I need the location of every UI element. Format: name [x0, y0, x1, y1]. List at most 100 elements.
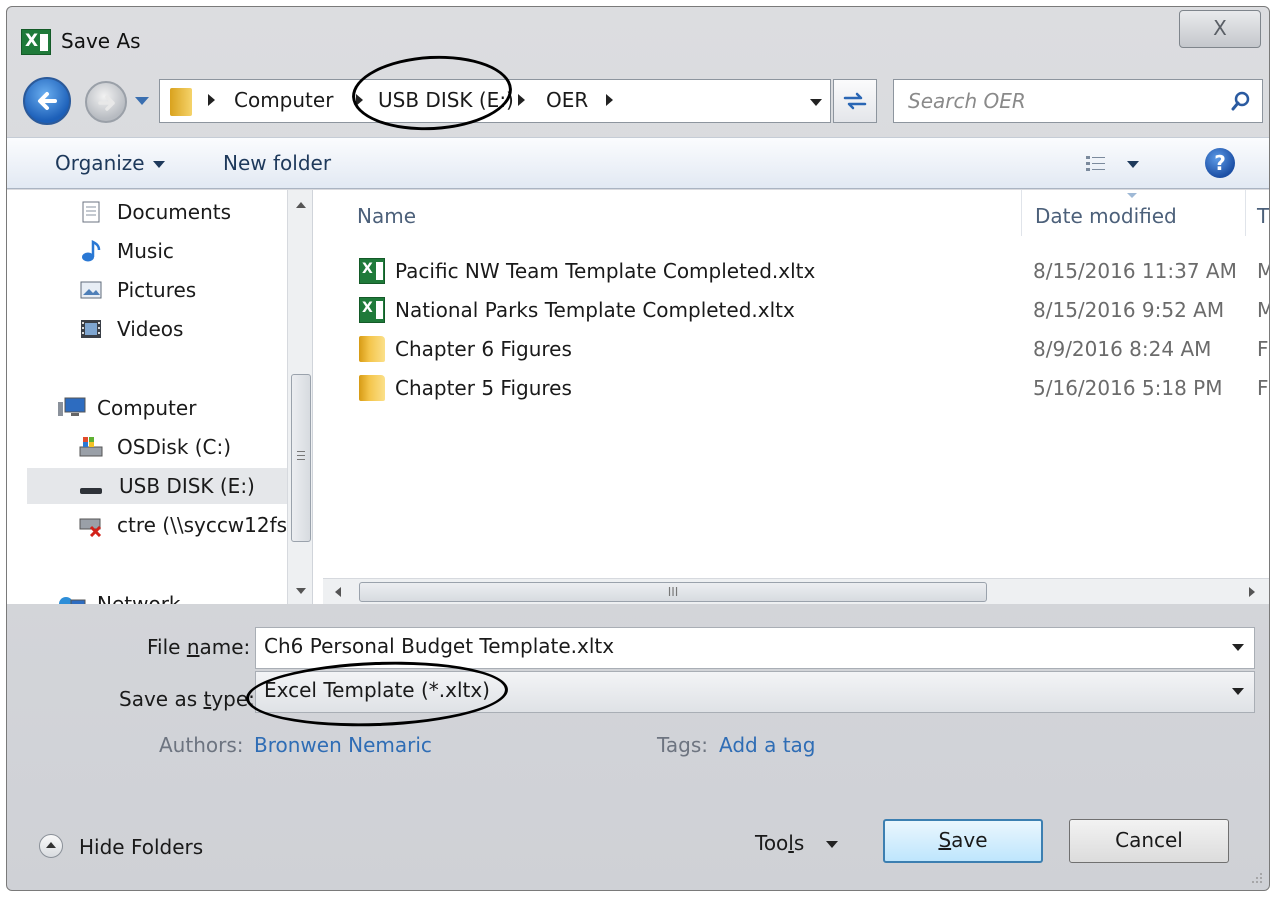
- scroll-left-icon[interactable]: [335, 587, 341, 597]
- pictures-icon: [80, 281, 102, 299]
- navigation-pane-scrollbar[interactable]: [287, 190, 312, 604]
- refresh-button[interactable]: [833, 79, 877, 123]
- file-date: 5/16/2016 5:18 PM: [1033, 376, 1223, 400]
- sidebar-item-label: Music: [117, 239, 174, 263]
- resize-grip-icon[interactable]: [1249, 870, 1263, 884]
- sidebar-item-computer[interactable]: Computer: [57, 390, 287, 426]
- breadcrumb-separator-icon[interactable]: [208, 94, 215, 106]
- scrollbar-thumb[interactable]: [291, 374, 311, 542]
- folder-icon: [359, 336, 385, 362]
- column-divider[interactable]: [1021, 190, 1022, 236]
- folder-name: Chapter 5 Figures: [395, 376, 572, 400]
- search-box[interactable]: [893, 79, 1263, 123]
- breadcrumb-separator-icon[interactable]: [356, 94, 363, 106]
- file-type: M: [1257, 259, 1269, 283]
- tools-menu[interactable]: Tools: [755, 831, 839, 855]
- sidebar-item-label: OSDisk (C:): [117, 435, 232, 459]
- chevron-down-icon[interactable]: [1127, 161, 1139, 168]
- sidebar-item-usb-disk[interactable]: USB DISK (E:): [27, 468, 289, 504]
- new-folder-button[interactable]: New folder: [223, 151, 331, 175]
- file-name-field[interactable]: Ch6 Personal Budget Template.xltx: [255, 627, 1255, 669]
- chevron-down-icon[interactable]: [1232, 688, 1244, 695]
- organize-menu[interactable]: Organize: [55, 151, 165, 175]
- sidebar-item-network-drive[interactable]: ctre (\\syccw12fs: [79, 507, 289, 543]
- recent-locations-dropdown[interactable]: [135, 97, 149, 105]
- help-button[interactable]: ?: [1205, 148, 1235, 178]
- file-row[interactable]: X Pacific NW Team Template Completed.xlt…: [323, 252, 1269, 290]
- videos-icon: [81, 320, 101, 338]
- scrollbar-thumb[interactable]: III: [359, 582, 987, 602]
- sidebar-item-label: Videos: [117, 317, 184, 341]
- sidebar-item-music[interactable]: Music: [79, 233, 289, 269]
- scroll-up-icon[interactable]: [296, 202, 306, 208]
- folder-row[interactable]: Chapter 6 Figures 8/9/2016 8:24 AM F: [323, 330, 1269, 368]
- excel-template-icon: X: [359, 258, 385, 284]
- sidebar-item-label: Computer: [97, 396, 197, 420]
- window-title: Save As: [61, 29, 141, 53]
- breadcrumb-separator-icon[interactable]: [518, 94, 525, 106]
- computer-icon: [58, 397, 86, 416]
- authors-label: Authors:: [159, 733, 244, 757]
- file-row[interactable]: X National Parks Template Completed.xltx…: [323, 291, 1269, 329]
- save-button[interactable]: Save: [883, 819, 1043, 863]
- address-bar[interactable]: Computer USB DISK (E:) OER: [159, 79, 831, 123]
- file-date: 8/9/2016 8:24 AM: [1033, 337, 1212, 361]
- file-list: Name Date modified T X Pacific NW Team T…: [323, 190, 1269, 604]
- navigation-pane: Documents Music Pictures Videos Computer…: [7, 190, 313, 604]
- sidebar-item-network[interactable]: Network: [57, 586, 287, 604]
- sidebar-item-pictures[interactable]: Pictures: [79, 272, 289, 308]
- file-type: F: [1257, 376, 1269, 400]
- hide-folders-label: Hide Folders: [79, 835, 204, 859]
- documents-icon: [82, 201, 100, 223]
- tags-value[interactable]: Add a tag: [719, 733, 815, 757]
- file-date: 8/15/2016 9:52 AM: [1033, 298, 1225, 322]
- sidebar-item-osdisk[interactable]: OSDisk (C:): [79, 429, 289, 465]
- organize-label: Organize: [55, 151, 145, 175]
- breadcrumb-separator-icon[interactable]: [606, 94, 613, 106]
- save-as-dialog: X Save As X Computer USB DISK (E:) OER S…: [6, 6, 1270, 891]
- navigation-bar: Computer USB DISK (E:) OER: [7, 69, 1269, 131]
- command-toolbar: Organize New folder ?: [7, 137, 1269, 189]
- column-header-name[interactable]: Name: [357, 204, 416, 228]
- usb-drive-icon: [80, 488, 102, 494]
- back-button[interactable]: [23, 77, 71, 125]
- close-button[interactable]: X: [1179, 10, 1261, 48]
- column-header-date-modified[interactable]: Date modified: [1035, 204, 1177, 228]
- authors-value[interactable]: Bronwen Nemaric: [254, 733, 432, 757]
- title-bar: X Save As X: [7, 7, 1269, 63]
- column-divider[interactable]: [1245, 190, 1246, 236]
- forward-button[interactable]: [85, 81, 127, 123]
- sidebar-item-label: ctre (\\syccw12fs: [117, 513, 288, 537]
- cancel-button[interactable]: Cancel: [1069, 819, 1229, 863]
- save-as-type-value: Excel Template (*.xltx): [264, 678, 490, 702]
- file-name-value[interactable]: Ch6 Personal Budget Template.xltx: [264, 634, 614, 658]
- breadcrumb-computer[interactable]: Computer: [234, 88, 333, 112]
- search-input[interactable]: [894, 80, 1214, 122]
- breadcrumb-usb-disk[interactable]: USB DISK (E:): [378, 88, 514, 112]
- breadcrumb-oer[interactable]: OER: [546, 88, 588, 112]
- chevron-down-icon[interactable]: [826, 841, 839, 848]
- change-view-button[interactable]: [1085, 152, 1145, 178]
- sort-indicator-icon: [1127, 193, 1137, 198]
- forward-arrow-icon: [98, 95, 115, 111]
- folder-row[interactable]: Chapter 5 Figures 5/16/2016 5:18 PM F: [323, 369, 1269, 407]
- column-header-type[interactable]: T: [1257, 204, 1269, 228]
- folder-name: Chapter 6 Figures: [395, 337, 572, 361]
- file-type: F: [1257, 337, 1269, 361]
- search-icon[interactable]: [1230, 90, 1252, 112]
- network-drive-disconnected-icon: [79, 518, 102, 537]
- osdisk-icon: [79, 437, 103, 457]
- chevron-down-icon[interactable]: [1232, 644, 1244, 651]
- sidebar-item-label: USB DISK (E:): [119, 474, 255, 498]
- save-as-type-select[interactable]: Excel Template (*.xltx): [255, 671, 1255, 713]
- scroll-right-icon[interactable]: [1249, 587, 1255, 597]
- file-list-horizontal-scrollbar[interactable]: III: [323, 578, 1269, 604]
- sidebar-item-videos[interactable]: Videos: [79, 311, 289, 347]
- folder-icon: [170, 88, 192, 116]
- collapse-up-icon: [39, 834, 63, 858]
- back-arrow-icon: [38, 92, 57, 110]
- chevron-down-icon: [152, 161, 165, 168]
- scroll-down-icon[interactable]: [296, 588, 306, 594]
- address-dropdown-icon[interactable]: [810, 99, 822, 106]
- sidebar-item-documents[interactable]: Documents: [79, 194, 289, 230]
